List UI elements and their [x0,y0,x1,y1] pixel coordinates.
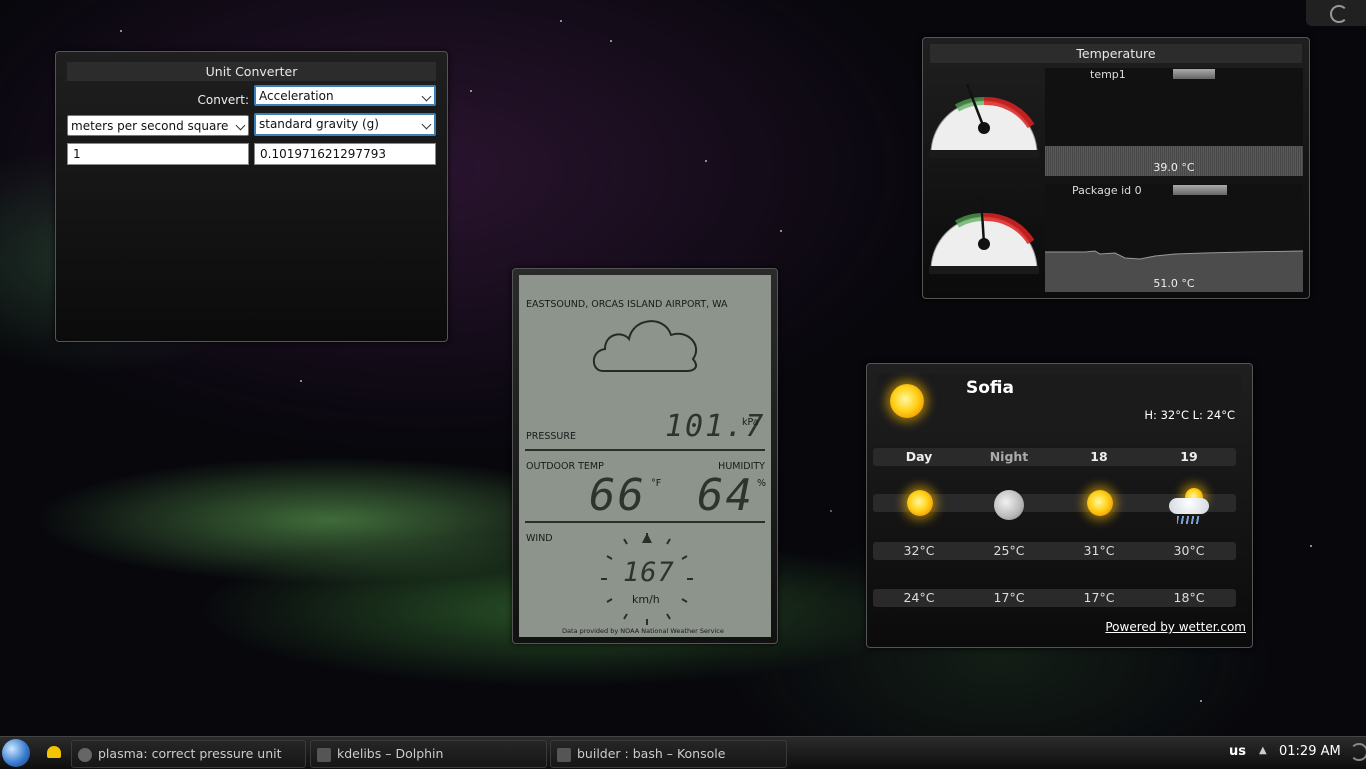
application-launcher-icon[interactable] [2,739,30,767]
weather-forecast-widget: Sofia H: 32°C L: 24°C Day Night 18 19 32… [866,363,1253,648]
taskbar: plasma: correct pressure unit kdelibs – … [0,736,1366,769]
task-label: plasma: correct pressure unit [98,746,282,761]
update-notifier-icon[interactable] [47,746,61,758]
outdoor-temp-value: 66 [589,470,646,521]
package-level-bar [1173,185,1227,195]
package-plot: Package id 0 51.0 °C [1045,184,1303,292]
powered-by-link[interactable]: Powered by wetter.com [1105,620,1246,634]
to-unit-value: standard gravity (g) [259,117,379,131]
unit-converter-widget: Unit Converter Convert: Acceleration met… [55,51,448,342]
weather-station-lcd: EASTSOUND, ORCAS ISLAND AIRPORT, WA PRES… [519,275,771,637]
document-icon [78,747,92,762]
category-select[interactable]: Acceleration [254,85,436,106]
city-name: Sofia [966,378,1014,398]
low-18: 17°C [1083,590,1115,605]
temperature-title: Temperature [930,44,1302,63]
high-low: H: 32°C L: 24°C [1144,408,1235,422]
from-unit-value: meters per second square [71,119,229,133]
humidity-value: 64 [697,470,754,521]
convert-label: Convert: [197,93,250,107]
output-value-field[interactable]: 0.101971621297793 [254,143,436,165]
temperature-widget: Temperature temp1 39.0 °C Package id 0 5… [922,37,1310,299]
low-day: 24°C [903,590,935,605]
input-value-field[interactable]: 1 [67,143,249,165]
chevron-down-icon [421,91,432,102]
forecast-header: Sofia H: 32°C L: 24°C [878,374,1241,432]
task-plasma[interactable]: plasma: correct pressure unit [71,740,306,768]
folder-icon [317,747,331,762]
task-label: builder : bash – Konsole [577,746,726,761]
wind-value: 167 [623,557,675,588]
high-day: 32°C [903,543,935,558]
chevron-down-icon [235,120,246,131]
terminal-icon [557,747,571,762]
divider [525,449,765,451]
package-value: 51.0 °C [1153,277,1195,290]
plasma-cashew-icon [1330,5,1348,23]
temp1-gauge [929,83,1039,158]
chevron-down-icon [421,119,432,130]
col-label-19: 19 [1180,449,1198,464]
wind-label: WIND [526,533,553,544]
to-unit-select[interactable]: standard gravity (g) [254,113,436,136]
pressure-label: PRESSURE [526,431,576,442]
col-label-18: 18 [1090,449,1108,464]
unit-converter-title: Unit Converter [67,62,436,81]
temp1-label: temp1 [1090,68,1126,81]
low-night: 17°C [993,590,1025,605]
desktop-toolbox-button[interactable] [1306,0,1366,26]
station-location: EASTSOUND, ORCAS ISLAND AIRPORT, WA [526,299,728,310]
temp1-plot: temp1 39.0 °C [1045,68,1303,176]
col-label-night: Night [989,449,1029,464]
panel-toolbox-icon[interactable] [1350,743,1366,761]
temp1-value: 39.0 °C [1153,161,1195,174]
humidity-unit: % [757,478,767,489]
category-select-value: Acceleration [259,89,334,103]
task-label: kdelibs – Dolphin [337,746,444,761]
task-konsole[interactable]: builder : bash – Konsole [550,740,787,768]
weather-station-widget: EASTSOUND, ORCAS ISLAND AIRPORT, WA PRES… [512,268,778,644]
sun-icon [1087,490,1113,516]
outdoor-temp-unit: °F [651,478,662,489]
high-19: 30°C [1173,543,1205,558]
pressure-unit: kPa [742,417,759,428]
station-credit: Data provided by NOAA National Weather S… [562,627,724,635]
from-unit-select[interactable]: meters per second square [67,115,249,136]
package-gauge [929,195,1039,274]
clock[interactable]: 01:29 AM [1279,744,1341,759]
package-label: Package id 0 [1072,184,1142,197]
moon-icon [994,490,1024,520]
cloud-icon [592,320,698,372]
temp1-level-bar [1173,69,1215,79]
sun-icon [890,384,924,418]
wind-unit: km/h [632,593,660,606]
sun-cloud-rain-icon [1165,484,1213,528]
low-19: 18°C [1173,590,1205,605]
keyboard-layout-indicator[interactable]: us [1229,744,1246,759]
sun-icon [907,490,933,516]
high-night: 25°C [993,543,1025,558]
high-18: 31°C [1083,543,1115,558]
divider [525,521,765,523]
col-label-day: Day [905,449,933,464]
task-dolphin[interactable]: kdelibs – Dolphin [310,740,547,768]
system-tray-expand-icon[interactable]: ▲ [1259,745,1267,756]
